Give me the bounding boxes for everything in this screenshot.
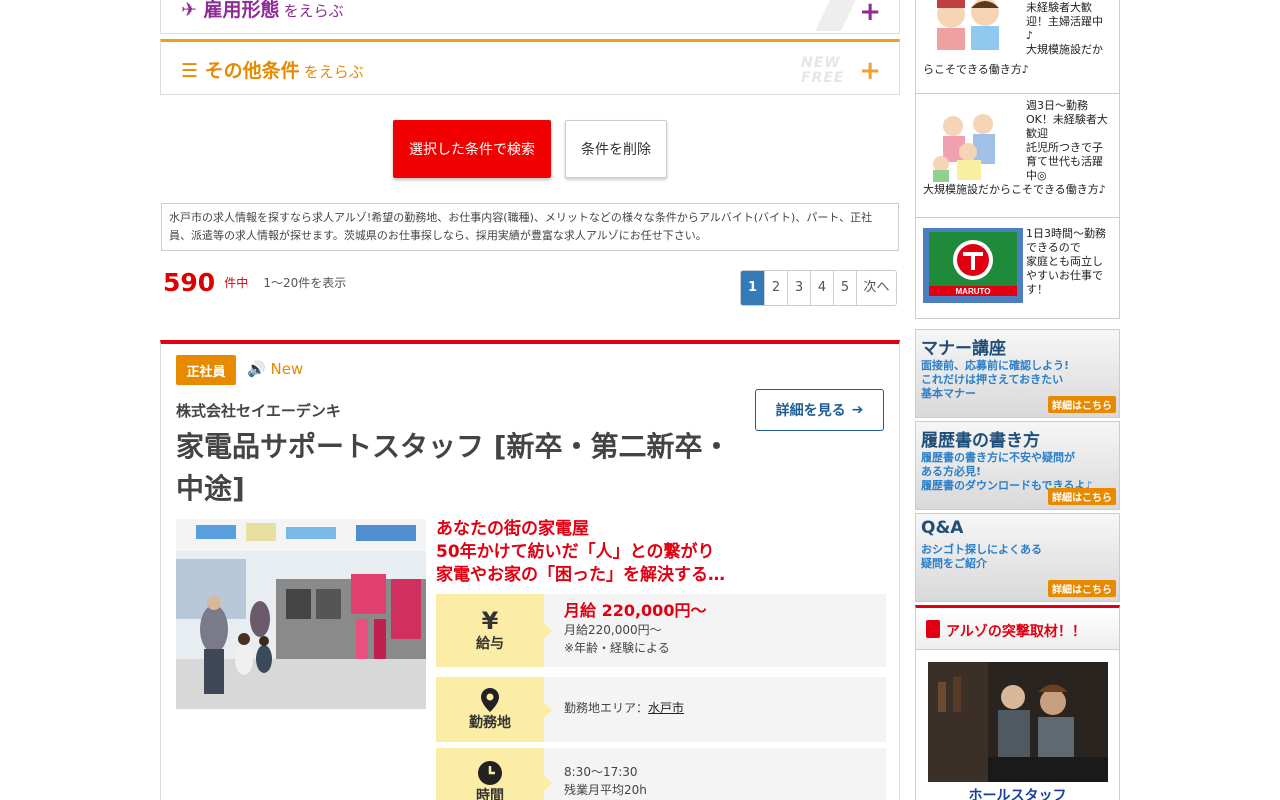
- location-text: 勤務地エリア：水戸市: [564, 701, 685, 715]
- salary-label-cell: ¥ 給与: [436, 594, 552, 667]
- employment-type-selector[interactable]: ✈ 雇用形態 をえらぶ +: [160, 0, 900, 34]
- employment-type-badge: 正社員: [176, 355, 236, 385]
- sidebar-job-text: 未経験者大歓 迎！主婦活躍中 ♪ 大規模施設だか: [1026, 1, 1103, 56]
- interview-feature-header: アルゾの突撃取材！！: [916, 608, 1119, 650]
- employment-type-title: ✈ 雇用形態 をえらぶ: [181, 0, 344, 21]
- next-page-link[interactable]: 次へ: [856, 271, 896, 305]
- catch-copy: あなたの街の家電屋 50年かけて紡いだ「人」との繋がり 家電やお家の「困った」を…: [436, 519, 725, 585]
- hours-label-cell: 時間: [436, 748, 552, 800]
- interview-caption-link[interactable]: ホールスタッフ: [916, 785, 1119, 800]
- decorative-slash: [815, 0, 861, 31]
- map-pin-icon: [481, 687, 499, 712]
- hours-text: 8:30〜17:30 残業月平均20h: [564, 765, 647, 797]
- clear-conditions-button[interactable]: 条件を削除: [565, 120, 667, 178]
- book-icon: [926, 620, 940, 638]
- pagination: 1 2 3 4 5 次へ: [740, 270, 897, 306]
- result-count-unit: 件中: [224, 276, 249, 290]
- new-label: 🔊 New: [247, 360, 304, 378]
- new-free-badge: NEW FREE: [801, 55, 845, 86]
- interview-photo[interactable]: [928, 662, 1108, 782]
- search-description: 水戸市の求人情報を探すなら求人アルゾ!希望の勤務地、お仕事内容(職種)、メリット…: [161, 203, 899, 251]
- other-conditions-title: ☰ その他条件 をえらぶ: [181, 60, 364, 82]
- clock-icon: [478, 761, 502, 785]
- page-2[interactable]: 2: [764, 271, 787, 305]
- result-count: 590 件中 1〜20件を表示: [163, 268, 346, 297]
- location-link[interactable]: 水戸市: [648, 701, 684, 715]
- expand-plus-icon[interactable]: +: [859, 58, 881, 84]
- sidebar-job-text: 週3日〜勤務 OK！未経験者大 歓迎 託児所つきで子 育て世代も活躍 中◎: [1026, 99, 1108, 182]
- nursing-care-illustration: [923, 104, 1013, 188]
- faq-banner[interactable]: Q&A おシゴト探しによくある 疑問をご紹介 詳細はこちら: [915, 513, 1120, 602]
- store-logo-image: MARUTO: [923, 228, 1023, 303]
- page-1[interactable]: 1: [741, 271, 764, 305]
- sidebar-job-list: 未経験者大歓 迎！主婦活躍中 ♪ 大規模施設だか らこそできる働き方♪ 週3日〜…: [915, 0, 1120, 319]
- location-label-cell: 勤務地: [436, 677, 552, 742]
- svg-text:MARUTO: MARUTO: [956, 287, 991, 296]
- result-range: 1〜20件を表示: [263, 276, 347, 290]
- location-row: 勤務地 勤務地エリア：水戸市: [436, 677, 886, 742]
- page-5[interactable]: 5: [833, 271, 856, 305]
- speaker-icon: 🔊: [247, 360, 266, 378]
- details-link[interactable]: 詳細はこちら: [1048, 580, 1116, 597]
- page-4[interactable]: 4: [810, 271, 833, 305]
- resume-guide-banner[interactable]: 履歴書の書き方 履歴書の書き方に不安や疑問が ある方必見! 履歴書のダウンロード…: [915, 421, 1120, 510]
- sidebar-job-text: 1日3時間〜勤務 できるので 家庭とも両立し やすいお仕事で す！: [1026, 227, 1106, 296]
- sidebar-job-item[interactable]: 週3日〜勤務 OK！未経験者大 歓迎 託児所つきで子 育て世代も活躍 中◎ 大規…: [916, 94, 1119, 218]
- sliders-icon: ☰: [181, 60, 199, 82]
- manners-guide-banner[interactable]: マナー講座 面接前、応募前に確認しよう! これだけは押さえておきたい 基本マナー…: [915, 329, 1120, 418]
- salary-highlight: 月給 220,000円〜: [564, 601, 707, 620]
- details-link[interactable]: 詳細はこちら: [1048, 396, 1116, 413]
- arrow-right-icon: ➔: [851, 402, 864, 418]
- company-name: 株式会社セイエーデンキ: [176, 402, 341, 420]
- search-button[interactable]: 選択した条件で検索: [393, 120, 551, 178]
- hours-row: 時間 8:30〜17:30 残業月平均20h: [436, 748, 886, 800]
- details-link[interactable]: 詳細はこちら: [1048, 488, 1116, 505]
- salary-text: 月給 220,000円〜 月給220,000円〜 ※年齢・経験による: [564, 601, 707, 655]
- paper-plane-icon: ✈: [181, 0, 197, 21]
- yen-icon: ¥: [481, 606, 499, 635]
- page-3[interactable]: 3: [787, 271, 810, 305]
- job-photo[interactable]: [176, 519, 426, 709]
- expand-plus-icon[interactable]: +: [859, 0, 881, 25]
- job-card: 正社員 🔊 New 株式会社セイエーデンキ 家電品サポートスタッフ [新卒・第二…: [160, 340, 900, 800]
- job-title[interactable]: 家電品サポートスタッフ [新卒・第二新卒・中途]: [176, 426, 736, 510]
- sidebar-job-item[interactable]: MARUTO 1日3時間〜勤務 できるので 家庭とも両立し やすいお仕事で す！: [916, 218, 1119, 318]
- sidebar-job-item[interactable]: 未経験者大歓 迎！主婦活躍中 ♪ 大規模施設だか らこそできる働き方♪: [916, 0, 1119, 94]
- caregivers-illustration: [923, 0, 1021, 55]
- other-conditions-selector[interactable]: ☰ その他条件 をえらぶ NEW FREE +: [160, 39, 900, 95]
- salary-row: ¥ 給与 月給 220,000円〜 月給220,000円〜 ※年齢・経験による: [436, 594, 886, 667]
- view-details-button[interactable]: 詳細を見る ➔: [755, 389, 884, 431]
- result-count-number: 590: [163, 268, 216, 297]
- interview-feature-box: アルゾの突撃取材！！ ホールスタッフ: [915, 605, 1120, 800]
